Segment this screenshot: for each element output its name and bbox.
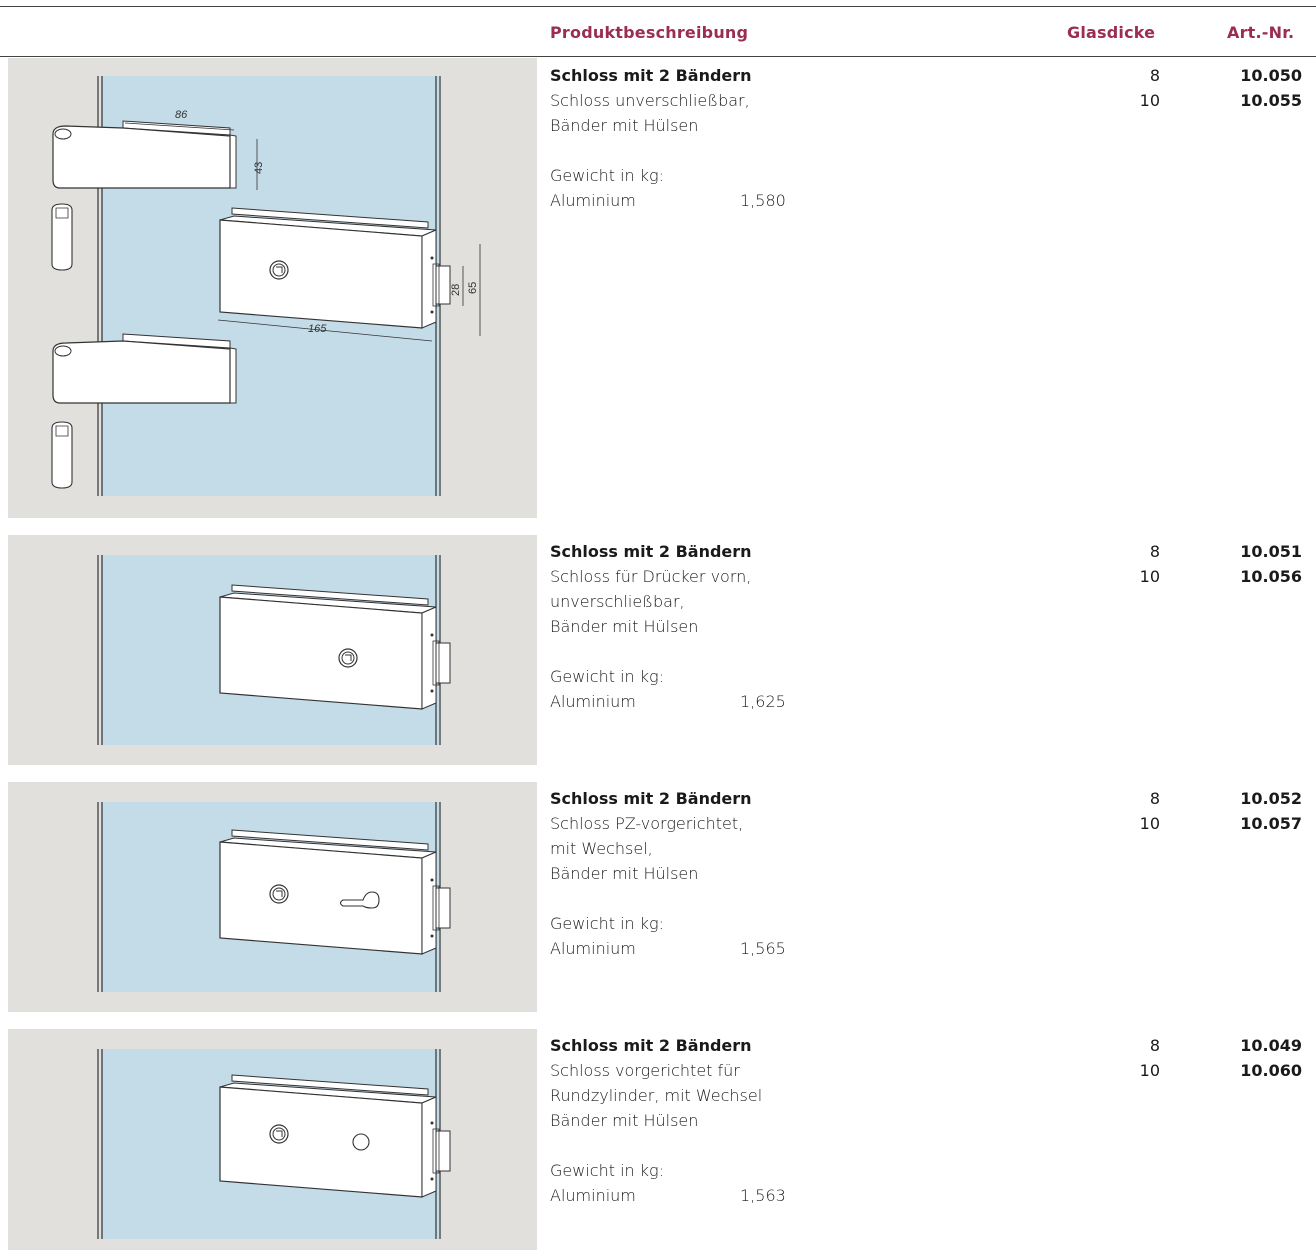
weight-value: 1,565 [740, 939, 786, 958]
weight-label: Gewicht in kg: [550, 667, 664, 686]
material: Aluminium [550, 1186, 636, 1205]
weight-row: Aluminium 1,580 [550, 188, 786, 213]
article-number: 10.055 [1240, 91, 1302, 110]
glass-value: 10 [1139, 814, 1160, 833]
article-number: 10.056 [1240, 567, 1302, 586]
product-illustration-lock-front-lever [8, 535, 537, 765]
glass-value: 8 [1149, 789, 1160, 808]
product-description: Schloss mit 2 Bändern Schloss für Drücke… [550, 539, 786, 714]
article-number: 10.051 [1240, 542, 1302, 561]
article-number: 10.049 [1240, 1036, 1302, 1055]
article-number: 10.057 [1240, 814, 1302, 833]
product-detail-line: Schloss für Drücker vorn, [550, 567, 752, 586]
weight-row: Aluminium 1,563 [550, 1183, 786, 1208]
product-row: Schloss mit 2 Bändern Schloss PZ-vorgeri… [0, 782, 1316, 1012]
glass-thickness: 8 10 [1120, 786, 1160, 836]
material: Aluminium [550, 939, 636, 958]
header-glasdicke: Glasdicke [1067, 23, 1156, 42]
article-number: 10.052 [1240, 789, 1302, 808]
material: Aluminium [550, 692, 636, 711]
product-illustration-lock-pz-cylinder [8, 782, 537, 1012]
weight-value: 1,563 [740, 1186, 786, 1205]
glass-thickness: 8 10 [1120, 539, 1160, 589]
product-detail-line: mit Wechsel, [550, 839, 653, 858]
weight-value: 1,625 [740, 692, 786, 711]
dim-28: 28 [450, 284, 462, 296]
product-title: Schloss mit 2 Bändern [550, 789, 752, 808]
glass-value: 10 [1139, 567, 1160, 586]
product-illustration-lock-round-cylinder [8, 1029, 537, 1250]
weight-label: Gewicht in kg: [550, 914, 664, 933]
product-row: Schloss mit 2 Bändern Schloss für Drücke… [0, 535, 1316, 765]
article-number: 10.060 [1240, 1061, 1302, 1080]
weight-label: Gewicht in kg: [550, 166, 664, 185]
product-row: Schloss mit 2 Bändern Schloss vorgericht… [0, 1029, 1316, 1250]
article-number: 10.050 [1240, 66, 1302, 85]
product-detail-line: Bänder mit Hülsen [550, 617, 699, 636]
product-detail-line: Bänder mit Hülsen [550, 116, 699, 135]
glass-value: 8 [1149, 542, 1160, 561]
dim-165: 165 [308, 323, 327, 335]
product-detail-line: unverschließbar, [550, 592, 685, 611]
glass-thickness: 8 10 [1120, 1033, 1160, 1083]
material: Aluminium [550, 191, 636, 210]
product-row: 86 43 165 28 65 Schloss mit 2 Bändern Sc… [0, 58, 1316, 518]
glass-value: 8 [1149, 1036, 1160, 1055]
glass-value: 10 [1139, 91, 1160, 110]
product-illustration-lock-with-hinges: 86 43 165 28 65 [8, 58, 537, 518]
header-art-nr: Art.-Nr. [1227, 23, 1295, 42]
product-detail-line: Schloss PZ-vorgerichtet, [550, 814, 744, 833]
article-numbers: 10.049 10.060 [1200, 1033, 1302, 1083]
glass-value: 8 [1149, 66, 1160, 85]
article-numbers: 10.051 10.056 [1200, 539, 1302, 589]
weight-row: Aluminium 1,565 [550, 936, 786, 961]
glass-thickness: 8 10 [1120, 63, 1160, 113]
article-numbers: 10.052 10.057 [1200, 786, 1302, 836]
product-detail-line: Rundzylinder, mit Wechsel [550, 1086, 763, 1105]
article-numbers: 10.050 10.055 [1200, 63, 1302, 113]
product-detail-line: Schloss unverschließbar, [550, 91, 750, 110]
product-title: Schloss mit 2 Bändern [550, 66, 752, 85]
dim-86: 86 [175, 109, 188, 121]
glass-value: 10 [1139, 1061, 1160, 1080]
dim-65: 65 [467, 282, 479, 294]
dim-43: 43 [253, 162, 265, 174]
weight-row: Aluminium 1,625 [550, 689, 786, 714]
product-detail-line: Schloss vorgerichtet für [550, 1061, 740, 1080]
header-rule [0, 56, 1316, 57]
product-title: Schloss mit 2 Bändern [550, 1036, 752, 1055]
product-description: Schloss mit 2 Bändern Schloss vorgericht… [550, 1033, 786, 1208]
header-produktbeschreibung: Produktbeschreibung [550, 23, 749, 42]
product-title: Schloss mit 2 Bändern [550, 542, 752, 561]
product-description: Schloss mit 2 Bändern Schloss PZ-vorgeri… [550, 786, 786, 961]
product-description: Schloss mit 2 Bändern Schloss unverschli… [550, 63, 786, 213]
weight-value: 1,580 [740, 191, 786, 210]
product-detail-line: Bänder mit Hülsen [550, 864, 699, 883]
weight-label: Gewicht in kg: [550, 1161, 664, 1180]
table-header: Produktbeschreibung Glasdicke Art.-Nr. [0, 7, 1316, 57]
product-detail-line: Bänder mit Hülsen [550, 1111, 699, 1130]
